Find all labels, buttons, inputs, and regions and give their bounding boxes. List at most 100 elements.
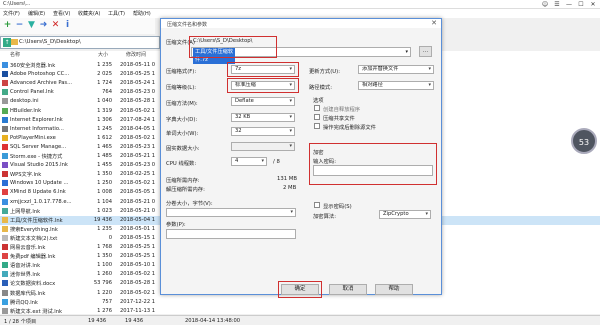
file-icon [2,280,8,287]
file-icon [2,107,8,114]
file-date: 2017-12-22 1 [120,298,156,305]
file-size: 1 350 [97,253,112,260]
method-label: 压缩方法(M): [166,101,198,107]
chevron-down-icon: ▾ [289,143,292,149]
chevron-down-icon: ▾ [289,128,292,134]
dict-select[interactable]: 32 KB ▾ [231,113,295,122]
delete-icon[interactable]: ✕ [50,20,61,31]
delete-after-checkbox[interactable] [314,123,320,129]
dialog-close-icon[interactable]: ✕ [431,19,437,27]
file-icon [2,253,8,260]
file-icon [2,271,8,278]
up-folder-icon[interactable]: ↑ [3,38,11,47]
status-size: 19 436 [88,318,107,324]
help-button[interactable]: 帮助 [375,284,413,295]
file-size: 1 235 [97,62,112,68]
window-controls: ☺ ☰ — ☐ ✕ [538,0,598,9]
file-size: 1 023 [97,207,112,214]
file-icon [2,62,8,68]
browse-button[interactable]: ... [419,46,432,57]
encrypt-method-select[interactable]: ZipCrypto ▾ [379,210,431,219]
word-label: 单词大小(W): [166,131,199,137]
file-row[interactable]: 腾讯QQ.lnk 757 2017-12-22 1 [0,298,600,307]
file-icon [2,262,8,269]
file-date: 2018-05-28 1 [120,98,156,105]
chevron-down-icon: ▾ [428,82,431,88]
file-size: 1 455 [97,162,112,169]
close-button[interactable]: ✕ [586,0,600,9]
cancel-button[interactable]: 取消 [329,284,367,295]
chevron-down-icon: ▾ [425,211,428,217]
word-value: 32 [235,128,242,134]
file-size: 1 008 [97,189,112,196]
format-label: 压缩格式(F): [166,69,197,75]
file-icon [2,171,8,178]
floating-percent-badge[interactable]: 53 [571,128,597,154]
test-icon[interactable]: ▼ [26,20,37,31]
sfx-checkbox[interactable] [314,105,320,111]
file-size: 1 250 [97,180,112,187]
column-name-header[interactable]: 名称 [10,51,20,60]
file-row[interactable]: 新建文本.ext 测试.lnk 1 276 2017-11-13 1 [0,307,600,314]
show-password-checkbox[interactable] [314,202,320,208]
file-icon [2,116,8,123]
params-input[interactable] [166,229,296,239]
copy-icon[interactable]: ➜ [38,20,49,31]
path-mode-select[interactable]: 相对路径 ▾ [358,81,434,90]
file-icon [2,289,8,296]
address-path: C:\Users\S_D\Desktop\ [19,39,81,45]
file-icon [2,71,8,78]
dialog-title: 压缩文件名和参数 [167,21,208,28]
file-date: 2018-05-23 1 [120,143,156,150]
file-date: 2018-04-05 1 [120,125,156,132]
file-size: 2 025 [97,71,112,78]
menu-view[interactable]: 查看(V) [53,10,70,17]
menu-tools[interactable]: 工具(T) [108,10,125,17]
file-size: 1 040 [97,98,112,105]
chevron-down-icon: ▾ [428,66,431,72]
menu-file[interactable]: 文件(F) [3,10,20,17]
params-label: 参数(P): [166,222,186,228]
address-bar[interactable]: ↑ C:\Users\S_D\Desktop\ [0,36,160,49]
chevron-down-icon: ▾ [289,114,292,120]
file-size: 1 104 [97,198,112,205]
file-date: 2018-05-05 1 [120,189,156,196]
split-select[interactable]: ▾ [166,208,296,217]
file-date: 2018-05-21 0 [120,198,156,205]
file-date: 2018-05-23 0 [120,162,156,169]
column-date-header[interactable]: 修改时间 [126,51,146,60]
file-size: 1 350 [97,171,112,178]
dict-label: 字典大小(D): [166,117,198,123]
chevron-down-icon: ▾ [261,158,264,164]
file-date: 2018-05-02 1 [120,107,156,114]
menu-edit[interactable]: 编辑(E) [28,10,45,17]
shared-files-checkbox[interactable] [314,114,320,120]
cpu-select[interactable]: 4 ▾ [231,157,267,166]
file-date: 2018-05-04 1 [120,216,156,223]
file-date: 2018-05-02 1 [120,271,156,278]
solid-select[interactable]: ▾ [231,142,295,151]
status-packed-size: 19 436 [125,318,144,324]
window-title: C:\Users\... [3,1,31,7]
cpu-value: 4 [235,158,239,164]
encrypt-method-label: 加密算法: [313,214,336,220]
file-date: 2017-11-13 1 [120,307,156,314]
menu-help[interactable]: 帮助(H) [133,10,151,17]
archive-name-dropdown-icon[interactable]: ▾ [405,48,408,56]
level-label: 压缩等级(L): [166,85,197,91]
add-to-archive-dialog: 压缩文件名和参数 ✕ 压缩文件(A) C:\Users\S_D\Desktop\… [160,18,442,298]
add-icon[interactable]: + [2,20,13,31]
extract-icon[interactable]: − [14,20,25,31]
delete-after-label: 操作完成后删除源文件 [323,125,376,131]
file-icon [2,180,8,187]
info-icon[interactable]: i [62,20,73,31]
file-icon [2,234,8,241]
column-size-header[interactable]: 大小 [98,51,108,60]
sfx-label: 创建自释放程序 [323,107,361,113]
file-date: 2018-05-21 0 [120,207,156,214]
update-select[interactable]: 添加并替换文件 ▾ [358,65,434,74]
menu-favorites[interactable]: 收藏夹(A) [78,10,100,17]
method-select[interactable]: Deflate ▾ [231,97,295,106]
word-select[interactable]: 32 ▾ [231,127,295,136]
file-size: 1 485 [97,153,112,159]
